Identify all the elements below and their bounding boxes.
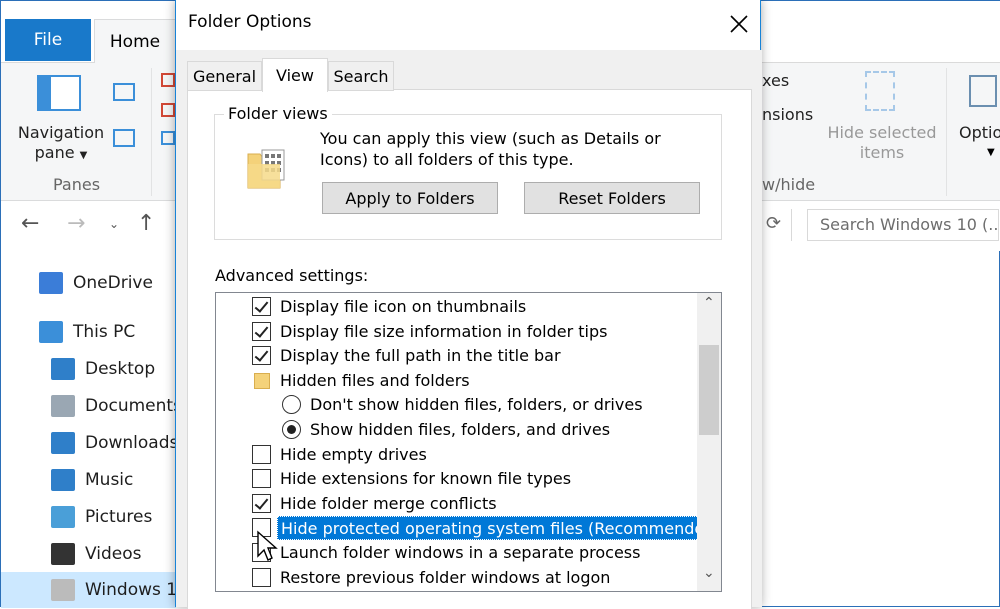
recent-chevron-icon[interactable]: ⌄ — [109, 217, 119, 231]
close-button[interactable] — [716, 4, 762, 44]
options-icon[interactable] — [969, 75, 997, 107]
nav-item-label: Desktop — [85, 359, 155, 379]
setting-label[interactable]: Hide extensions for known file types — [280, 467, 571, 491]
setting-checkbox[interactable] — [252, 346, 271, 365]
panes-group-label: Panes — [53, 175, 100, 194]
setting-label[interactable]: Restore previous folder windows at logon — [280, 566, 610, 590]
onedrive-icon — [39, 272, 63, 294]
setting-checkbox[interactable] — [252, 568, 271, 587]
home-tab[interactable]: Home — [94, 19, 176, 63]
drive-icon — [51, 579, 75, 601]
nav-item-label: Documents — [85, 396, 182, 416]
nav-item-label: Pictures — [85, 507, 152, 527]
pc-icon — [39, 321, 63, 343]
scroll-thumb[interactable] — [699, 345, 719, 435]
setting-label[interactable]: Display the full path in the title bar — [280, 344, 561, 368]
setting-checkbox[interactable] — [252, 445, 271, 464]
refresh-icon[interactable]: ⟳ — [766, 213, 781, 234]
advanced-settings-scrollbar[interactable]: ⌃ ⌄ — [697, 293, 722, 591]
setting-label[interactable]: Hide empty drives — [280, 443, 427, 467]
setting-radio[interactable] — [282, 420, 301, 439]
setting-label[interactable]: Don't show hidden files, folders, or dri… — [310, 393, 643, 417]
videos-icon — [51, 543, 75, 565]
reset-folders-button[interactable]: Reset Folders — [524, 182, 700, 214]
nav-item[interactable]: Downloads — [51, 425, 178, 461]
setting-group-label: Hidden files and folders — [280, 369, 470, 393]
tab-view[interactable]: View — [262, 58, 328, 92]
layout-icon[interactable] — [161, 131, 175, 145]
nav-item[interactable]: Documents — [51, 388, 182, 424]
nav-item-label: Windows 1 — [85, 580, 177, 600]
nav-item-label: OneDrive — [73, 273, 153, 293]
pictures-icon — [51, 506, 75, 528]
scroll-down-icon[interactable]: ⌄ — [703, 565, 715, 581]
layout-icon[interactable] — [161, 73, 175, 87]
nav-item[interactable]: Music — [51, 462, 133, 498]
extensions-label[interactable]: nsions — [762, 105, 813, 124]
setting-label[interactable]: Launch folder windows in a separate proc… — [280, 541, 640, 565]
setting-label[interactable]: Hide folder merge conflicts — [280, 492, 497, 516]
setting-label[interactable]: Show hidden files, folders, and drives — [310, 418, 610, 442]
tab-search[interactable]: Search — [328, 61, 394, 91]
setting-label[interactable]: Hide protected operating system files (R… — [277, 516, 722, 540]
nav-item[interactable]: Pictures — [51, 499, 152, 535]
chevron-down-icon: ▼ — [987, 147, 995, 158]
nav-item-label: Music — [85, 470, 133, 490]
forward-arrow-icon[interactable]: → — [67, 211, 85, 236]
setting-checkbox[interactable] — [252, 469, 271, 488]
setting-label[interactable]: Display file size information in folder … — [280, 320, 607, 344]
setting-label[interactable]: Display file icon on thumbnails — [280, 295, 526, 319]
search-input[interactable]: Search Windows 10 (... — [807, 209, 999, 241]
hide-selected-label-2: items — [860, 143, 904, 162]
tab-general[interactable]: General — [187, 61, 262, 91]
options-button[interactable]: Optio — [959, 123, 1000, 142]
preview-pane-icon[interactable] — [113, 83, 135, 101]
navigation-pane-icon[interactable] — [37, 75, 81, 111]
folder-view-icon — [246, 146, 290, 190]
hide-selected-label-1: Hide selected — [827, 123, 936, 142]
folder-icon — [254, 373, 270, 389]
hide-selected-items-button: Hide selected items — [827, 123, 937, 163]
nav-item-label: Videos — [85, 544, 142, 564]
folder-views-description: You can apply this view (such as Details… — [320, 128, 710, 170]
nav-item[interactable]: This PC — [39, 314, 135, 350]
advanced-settings-list[interactable]: Display file icon on thumbnailsDisplay f… — [215, 292, 722, 592]
file-tab[interactable]: File — [5, 19, 91, 61]
nav-item[interactable]: Desktop — [51, 351, 155, 387]
advanced-settings-label: Advanced settings: — [215, 266, 368, 285]
dialog-title: Folder Options — [188, 12, 312, 32]
setting-checkbox[interactable] — [252, 322, 271, 341]
close-icon — [730, 15, 748, 33]
hide-selected-icon — [865, 71, 895, 111]
layout-icon[interactable] — [161, 103, 175, 117]
music-icon — [51, 469, 75, 491]
nav-item[interactable]: Windows 1 — [51, 572, 177, 608]
scroll-up-icon[interactable]: ⌃ — [703, 295, 715, 311]
navigation-pane-button[interactable]: Navigation pane ▼ — [16, 123, 106, 166]
folder-options-dialog: Folder Options General View Search Folde… — [175, 0, 761, 607]
back-arrow-icon[interactable]: ← — [21, 211, 39, 236]
nav-item[interactable]: OneDrive — [39, 265, 153, 301]
navigation-pane-label-1: Navigation — [18, 123, 104, 142]
file-extensions-label[interactable]: xes — [762, 71, 789, 90]
up-arrow-icon[interactable]: ↑ — [137, 211, 155, 236]
setting-checkbox[interactable] — [252, 297, 271, 316]
desktop-icon — [51, 358, 75, 380]
nav-item-label: This PC — [73, 322, 135, 342]
mouse-cursor-icon — [256, 530, 278, 562]
show-hide-group-label: w/hide — [762, 175, 815, 194]
nav-item-label: Downloads — [85, 433, 178, 453]
apply-to-folders-button[interactable]: Apply to Folders — [322, 182, 498, 214]
documents-icon — [51, 395, 75, 417]
navigation-pane-label-2: pane — [35, 143, 75, 162]
downloads-icon — [51, 432, 75, 454]
setting-radio[interactable] — [282, 395, 301, 414]
details-pane-icon[interactable] — [113, 129, 135, 147]
folder-views-legend: Folder views — [224, 104, 332, 123]
setting-checkbox[interactable] — [252, 494, 271, 513]
nav-item[interactable]: Videos — [51, 536, 142, 572]
chevron-down-icon: ▼ — [80, 150, 88, 161]
